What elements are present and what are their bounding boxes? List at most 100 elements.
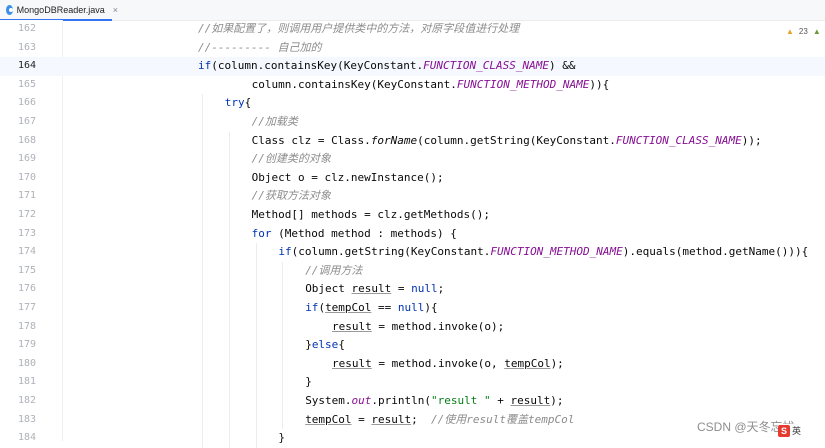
code-token: = [391,282,412,296]
code-text: Method[] methods = clz.getMethods(); [252,206,490,225]
code-token: ); [550,356,564,370]
code-token: for [251,226,272,240]
line-number: 162 [17,23,36,34]
code-line[interactable]: 176 Object result = null; [0,280,825,299]
line-number: 171 [17,190,36,202]
code-token: //--------- 自己加的 [198,40,322,54]
code-line[interactable]: 165 column.containsKey(KeyConstant.FUNCTI… [0,76,825,95]
code-token: } [305,375,312,389]
line-number: 175 [17,264,36,276]
ime-logo-icon: S [778,424,790,437]
code-token: = method.invoke(o, [371,356,505,370]
code-line[interactable]: 177 if(tempCol == null){ [0,299,825,318]
code-token: //创建类的对象 [251,152,331,166]
line-number: 180 [17,357,36,369]
code-token: FUNCTION_CLASS_NAME [423,59,550,73]
code-line[interactable]: 170 Object o = clz.newInstance(); [0,169,825,188]
code-text: Object result = null; [305,280,444,299]
java-class-icon [6,5,13,15]
code-token: result [332,356,372,370]
code-line[interactable]: 162 //如果配置了，则调用用户提供类中的方法，对原字段值进行处理 [0,20,825,39]
code-token: } [305,338,312,352]
code-token: Object [305,282,352,296]
code-line[interactable]: 182 System.out.println("result " + result… [0,392,825,411]
editor-tab-bar: MongoDBReader.java × [0,0,825,21]
code-line[interactable]: 171 //获取方法对象 [0,187,825,206]
line-number: 167 [17,116,36,127]
code-token: (Method method : methods) { [271,226,457,240]
ime-indicator[interactable]: S 英 [778,424,802,437]
code-text: } [305,373,312,392]
ime-language-label: 英 [792,426,802,436]
line-number: 179 [17,339,36,351]
line-number: 183 [17,413,36,425]
code-token: out [351,394,372,407]
code-token: //加载类 [251,115,298,128]
code-token: == [371,301,398,314]
code-text: //--------- 自己加的 [198,39,321,58]
code-token: "result " [431,394,491,407]
code-token: (column.containsKey(KeyConstant. [211,59,424,73]
code-token: result [371,412,412,426]
code-token: ){ [424,301,438,314]
line-number: 182 [17,395,36,406]
code-token: ) && [549,59,576,73]
code-line[interactable]: 164 if(column.containsKey(KeyConstant.FUN… [0,57,825,76]
line-number: 165 [17,78,36,90]
code-line[interactable]: 174 if(column.getString(KeyConstant.FUNCT… [0,243,825,262]
close-tab-icon[interactable]: × [113,5,118,15]
code-token: { [338,338,345,352]
code-text: //调用方法 [305,262,362,281]
code-text: Object o = clz.newInstance(); [252,169,444,188]
code-line[interactable]: 168 Class clz = Class.forName(column.getS… [0,132,825,151]
tab-filename: MongoDBReader.java [16,5,105,15]
code-token: try [224,96,245,110]
code-line[interactable]: 175 //调用方法 [0,262,825,281]
code-line[interactable]: 178 result = method.invoke(o); [0,318,825,337]
editor-tab-mongodbreader[interactable]: MongoDBReader.java × [0,0,118,21]
code-token: tempCol [325,301,372,314]
code-line[interactable]: 163 //--------- 自己加的 [0,39,825,58]
code-line[interactable]: 173 for (Method method : methods) { [0,225,825,244]
line-number: 170 [17,171,36,183]
code-text: try{ [225,94,252,113]
code-token: + [490,394,511,407]
code-token: ).equals(method.getName())){ [622,245,809,259]
code-line[interactable]: 172 Method[] methods = clz.getMethods(); [0,206,825,225]
line-number: 177 [17,302,36,313]
code-token: System. [305,394,352,407]
code-token: Method[] methods = clz.getMethods(); [251,208,491,221]
code-line[interactable]: 181} [0,373,825,392]
code-token: null [397,301,425,314]
code-text: } [278,429,285,448]
code-line[interactable]: 166 try{ [0,94,825,113]
code-token: ; [411,412,432,426]
line-number: 168 [17,134,36,146]
code-token: ); [550,394,564,407]
code-line[interactable]: 167 //加载类 [0,113,825,132]
code-text: }else{ [305,336,345,355]
code-token: = method.invoke(o); [371,319,505,333]
code-text: result = method.invoke(o); [332,318,504,337]
code-token: (column.getString(KeyConstant. [417,133,616,147]
code-line[interactable]: 180 result = method.invoke(o, tempCol); [0,355,825,374]
code-token: .println( [371,394,432,407]
code-token: //如果配置了，则调用用户提供类中的方法，对原字段值进行处理 [198,22,520,35]
code-token: else [311,338,339,352]
line-number: 164 [17,60,36,72]
code-text: if(column.getString(KeyConstant.FUNCTION… [278,243,808,262]
code-token: = [351,412,372,426]
code-text: column.containsKey(KeyConstant.FUNCTION_… [252,76,610,95]
code-text: Class clz = Class.forName(column.getStri… [252,132,762,151]
code-token: } [278,431,286,445]
code-line[interactable]: 179}else{ [0,336,825,355]
code-token: FUNCTION_METHOD_NAME [456,77,590,91]
code-token: column.containsKey(KeyConstant. [251,77,457,91]
code-text: //加载类 [252,113,298,132]
line-number: 173 [17,227,36,239]
code-token: if [305,301,319,314]
line-number: 174 [17,246,36,258]
code-token: if [278,245,292,259]
code-line[interactable]: 169 //创建类的对象 [0,150,825,169]
code-token: tempCol [504,356,551,370]
